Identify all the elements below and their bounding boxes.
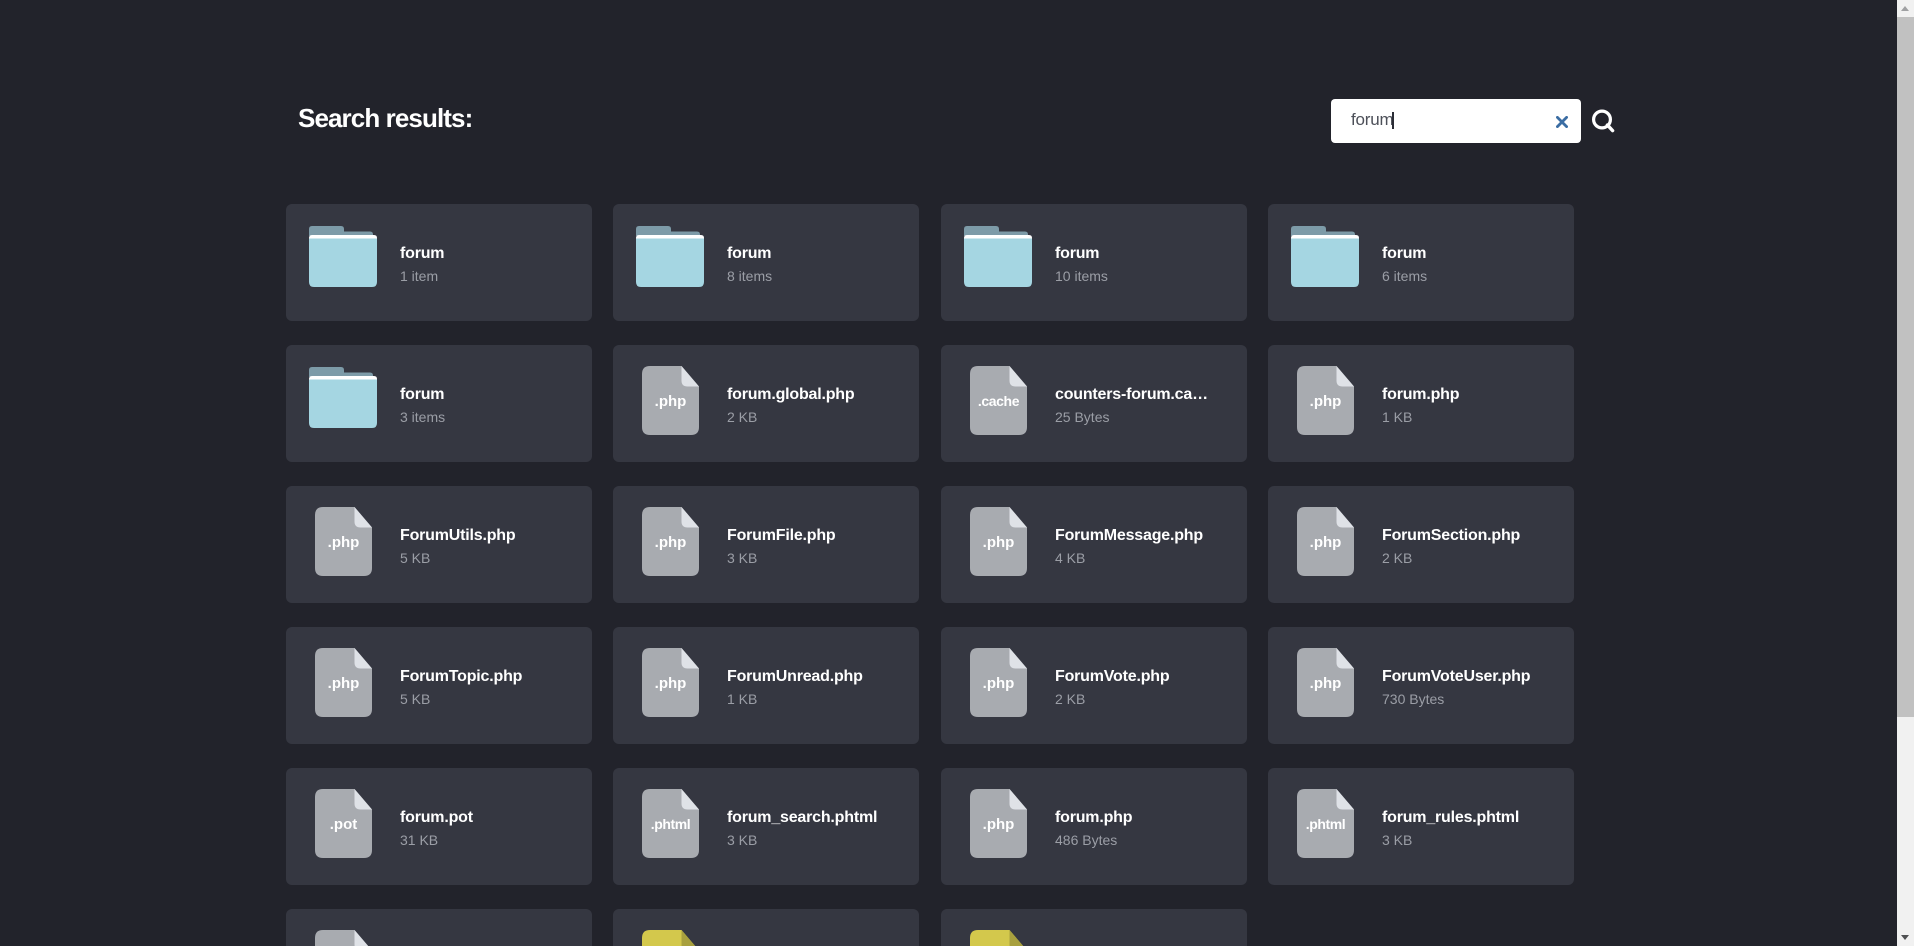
svg-text:.php: .php (328, 675, 360, 692)
svg-text:.php: .php (655, 675, 687, 692)
svg-text:.php: .php (983, 675, 1015, 692)
svg-text:.cache: .cache (978, 393, 1020, 409)
svg-text:.phtml: .phtml (651, 816, 691, 832)
svg-text:.php: .php (328, 534, 360, 551)
svg-text:.php: .php (983, 816, 1015, 833)
svg-text:.php: .php (655, 393, 687, 410)
svg-text:.php: .php (983, 534, 1015, 551)
svg-text:.php: .php (1310, 393, 1342, 410)
svg-text:.php: .php (1310, 675, 1342, 692)
svg-text:.php: .php (655, 534, 687, 551)
svg-text:.php: .php (1310, 534, 1342, 551)
svg-text:.phtml: .phtml (1306, 816, 1346, 832)
svg-text:.pot: .pot (330, 816, 358, 833)
